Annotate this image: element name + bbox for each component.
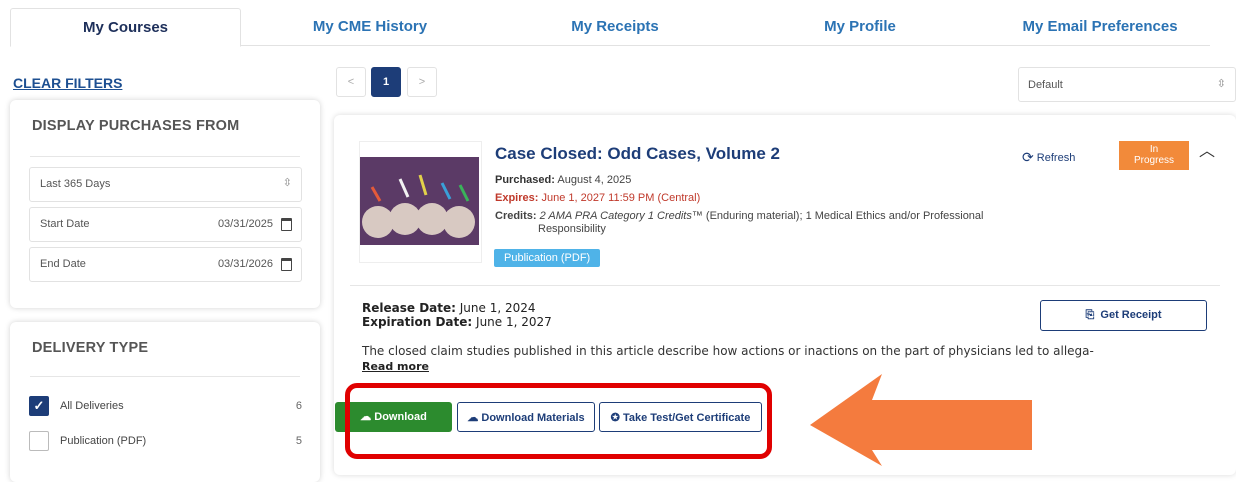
tab-my-email-preferences[interactable]: My Email Preferences (990, 8, 1210, 45)
sort-value: Default (1028, 79, 1063, 91)
checkbox-checked-icon[interactable]: ✓ (29, 396, 49, 416)
select-arrows-icon: ⇳ (282, 177, 292, 189)
calendar-icon[interactable] (281, 218, 292, 231)
refresh-icon: ⟳ (1022, 149, 1034, 165)
top-tab-bar: My Courses My CME History My Receipts My… (10, 8, 1210, 47)
course-description: The closed claim studies published in th… (362, 344, 1094, 358)
expires-date: Expires: June 1, 2027 11:59 PM (Central) (495, 192, 701, 204)
refresh-button[interactable]: ⟳ Refresh (1022, 149, 1075, 166)
sort-select[interactable]: Default ⇳ (1018, 67, 1236, 102)
filter-all-deliveries[interactable]: ✓ All Deliveries 6 (29, 396, 302, 418)
expiration-date: Expiration Date: June 1, 2027 (362, 315, 552, 329)
credits-info: Credits: 2 AMA PRA Category 1 Credits™ (… (495, 210, 984, 235)
end-date-label: End Date (40, 258, 86, 270)
delivery-panel-title: DELIVERY TYPE (32, 340, 149, 356)
course-title[interactable]: Case Closed: Odd Cases, Volume 2 (495, 144, 780, 164)
panel-divider (30, 376, 300, 377)
calendar-icon[interactable] (281, 258, 292, 271)
collapse-chevron-icon[interactable]: ︿ (1199, 137, 1215, 161)
clear-filters-link[interactable]: CLEAR FILTERS (13, 75, 122, 91)
filter-label: Publication (PDF) (60, 435, 147, 447)
start-date-label: Start Date (40, 218, 90, 230)
purchases-filter-panel: DISPLAY PURCHASES FROM Last 365 Days ⇳ S… (10, 100, 320, 308)
card-divider (350, 285, 1220, 286)
prev-page-button[interactable]: < (336, 67, 366, 97)
release-date: Release Date: June 1, 2024 (362, 301, 536, 315)
date-range-value: Last 365 Days (40, 178, 111, 190)
read-more-link[interactable]: Read more (362, 360, 429, 373)
page-1-button[interactable]: 1 (371, 67, 401, 97)
highlight-box (345, 383, 772, 459)
get-receipt-button[interactable]: ⎘ Get Receipt (1040, 300, 1207, 331)
format-badge: Publication (PDF) (494, 249, 601, 267)
end-date-value: 03/31/2026 (217, 258, 273, 270)
filter-count: 5 (295, 435, 302, 447)
tab-my-cme-history[interactable]: My CME History (260, 8, 480, 45)
course-illustration-icon (360, 157, 479, 245)
filter-label: All Deliveries (60, 400, 124, 412)
tab-my-receipts[interactable]: My Receipts (505, 8, 725, 45)
start-date-field[interactable]: Start Date 03/31/2025 (29, 207, 302, 242)
purchased-date: Purchased: August 4, 2025 (495, 174, 632, 186)
tab-my-profile[interactable]: My Profile (750, 8, 970, 45)
course-thumbnail (359, 141, 482, 263)
start-date-value: 03/31/2025 (217, 218, 273, 230)
select-arrows-icon: ⇳ (1216, 78, 1226, 90)
tab-my-courses[interactable]: My Courses (10, 8, 241, 47)
annotation-arrow-icon (810, 374, 1032, 466)
receipt-download-icon: ⎘ (1085, 309, 1095, 321)
date-range-select[interactable]: Last 365 Days ⇳ (29, 167, 302, 202)
next-page-button[interactable]: > (407, 67, 437, 97)
checkbox-icon[interactable] (29, 431, 49, 451)
status-badge: In Progress (1119, 141, 1189, 170)
end-date-field[interactable]: End Date 03/31/2026 (29, 247, 302, 282)
panel-divider (30, 156, 300, 157)
filter-count: 6 (295, 400, 302, 412)
filter-publication-pdf[interactable]: Publication (PDF) 5 (29, 431, 302, 453)
delivery-type-panel: DELIVERY TYPE ✓ All Deliveries 6 Publica… (10, 322, 320, 482)
purchases-panel-title: DISPLAY PURCHASES FROM (32, 118, 240, 134)
